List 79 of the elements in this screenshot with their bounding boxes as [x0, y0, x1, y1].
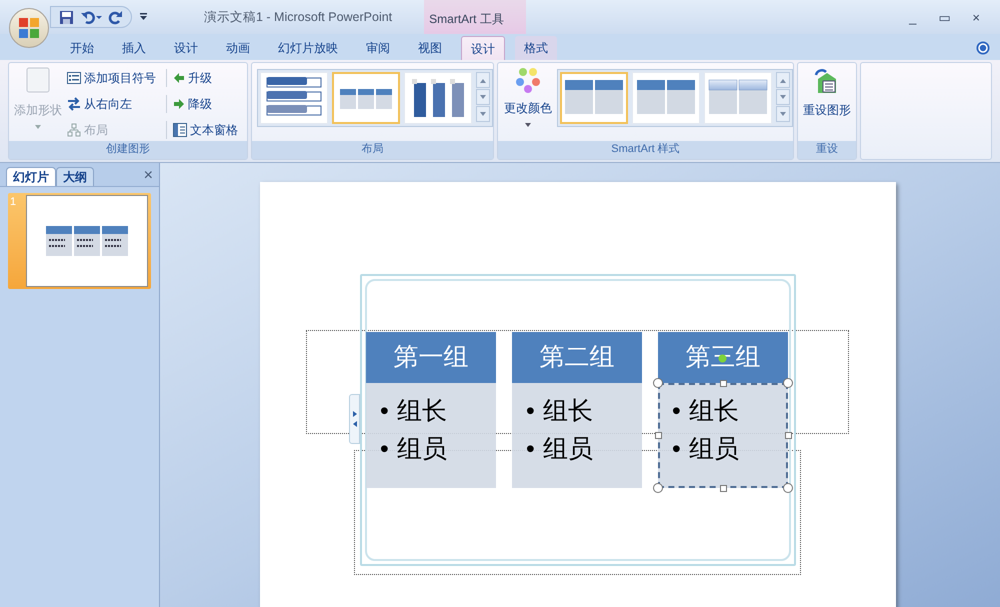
rotation-handle-icon[interactable]: [718, 354, 727, 363]
hierarchy-icon: [67, 123, 81, 137]
bullet-mark: •: [672, 396, 681, 427]
ribbon-command[interactable]: 升级: [166, 69, 238, 87]
bullet-mark: •: [526, 434, 535, 465]
style-option[interactable]: [560, 72, 628, 124]
group-label: 布局: [252, 141, 493, 159]
ribbon-tab[interactable]: 插入: [113, 36, 155, 60]
change-colors-button[interactable]: 更改颜色: [502, 67, 554, 141]
ribbon-command[interactable]: 从右向左: [67, 95, 156, 113]
maximize-button[interactable]: ▭: [938, 10, 950, 24]
ribbon-tab[interactable]: 设计: [461, 36, 505, 60]
bullet-item: 组员: [542, 434, 593, 465]
ribbon-command[interactable]: 降级: [166, 95, 238, 113]
expand-arrows-icon: [352, 410, 358, 428]
resize-handle[interactable]: [654, 432, 662, 439]
style-option[interactable]: [632, 72, 700, 124]
bullet-item: 组长: [688, 396, 739, 427]
window-title: 演示文稿1 - Microsoft PowerPoint: [204, 8, 392, 26]
gallery-more-icon[interactable]: [776, 106, 790, 122]
ribbon-tab[interactable]: 开始: [61, 36, 103, 60]
redo-icon[interactable]: [108, 10, 123, 24]
swap-arrows-icon: [67, 97, 81, 111]
layout-option[interactable]: [404, 72, 472, 124]
bullet-item: 组长: [396, 396, 447, 427]
bullet-mark: •: [380, 434, 389, 465]
context-tab-group: SmartArt 工具: [424, 0, 526, 34]
layout-option[interactable]: [260, 72, 328, 124]
dropdown-arrow-icon: [525, 123, 531, 127]
bullet-item: 组员: [688, 434, 739, 465]
bullet-item: 组员: [396, 434, 447, 465]
group-header: 第二组: [512, 332, 642, 383]
layout-option[interactable]: [332, 72, 400, 124]
panel-tab[interactable]: 幻灯片: [6, 167, 56, 186]
bullet-item: 组长: [542, 396, 593, 427]
scroll-up-icon[interactable]: [776, 72, 790, 88]
office-logo-icon: [18, 17, 40, 39]
text-pane-toggle[interactable]: [349, 394, 360, 444]
gallery-more-icon[interactable]: [476, 106, 490, 122]
group-label: SmartArt 样式: [498, 141, 793, 159]
slide-number: 1: [10, 195, 18, 210]
ribbon-tab[interactable]: 幻灯片放映: [269, 36, 347, 60]
office-button[interactable]: [9, 8, 49, 48]
help-icon[interactable]: [976, 41, 990, 55]
ribbon-tab[interactable]: 动画: [217, 36, 259, 60]
ribbon-tab[interactable]: 格式: [515, 36, 557, 60]
left-arrow-icon: [173, 72, 185, 84]
panel-tab[interactable]: 大纲: [56, 167, 94, 186]
dropdown-arrow-icon: [35, 125, 41, 129]
customize-toolbar-icon[interactable]: [140, 13, 147, 21]
shape-icon: [26, 67, 50, 93]
right-arrow-icon: [173, 98, 185, 110]
minimize-button[interactable]: _: [909, 10, 916, 24]
ribbon-command[interactable]: 添加项目符号: [67, 69, 156, 87]
ribbon-tab[interactable]: 设计: [165, 36, 207, 60]
bullet-mark: •: [526, 396, 535, 427]
group-header: 第一组: [366, 332, 496, 383]
reset-graphic-button[interactable]: 重设图形: [803, 67, 851, 141]
bullet-list-icon: [67, 72, 81, 84]
undo-icon[interactable]: [80, 10, 102, 24]
scroll-down-icon[interactable]: [476, 89, 490, 105]
save-icon[interactable]: [59, 10, 74, 24]
bullet-mark: •: [380, 396, 389, 427]
resize-handle[interactable]: [653, 378, 663, 388]
group-label: 重设: [798, 141, 856, 159]
text-pane-icon: [173, 123, 187, 137]
close-button[interactable]: ×: [144, 168, 153, 184]
resize-handle[interactable]: [783, 378, 793, 388]
ribbon-tab[interactable]: 视图: [409, 36, 451, 60]
scroll-up-icon[interactable]: [476, 72, 490, 88]
bullet-mark: •: [672, 434, 681, 465]
ribbon-tab[interactable]: 审阅: [357, 36, 399, 60]
group-label: 创建图形: [9, 141, 247, 159]
scroll-down-icon[interactable]: [776, 89, 790, 105]
color-dots-icon: [514, 67, 542, 95]
resize-handle[interactable]: [653, 483, 663, 493]
resize-handle[interactable]: [783, 483, 793, 493]
ribbon-command[interactable]: 文本窗格: [166, 121, 238, 139]
close-button[interactable]: ×: [972, 10, 980, 24]
